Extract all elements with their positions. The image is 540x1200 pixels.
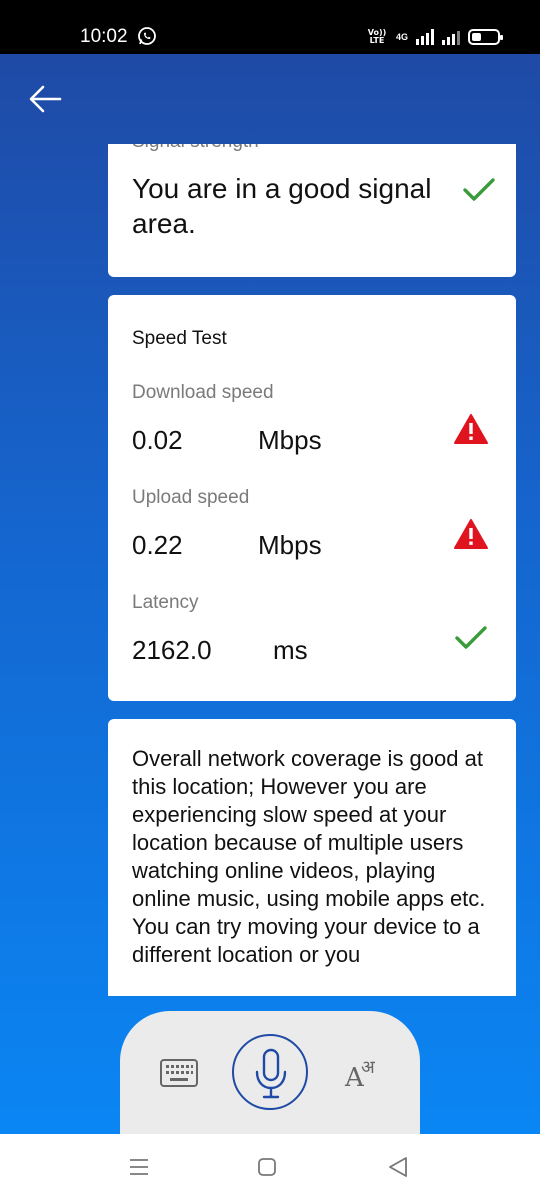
language-icon[interactable]: A अ (345, 1057, 385, 1093)
keyboard-icon[interactable] (160, 1059, 198, 1087)
signal-icon-sim2 (442, 29, 460, 45)
back-icon[interactable] (388, 1156, 408, 1178)
network-type-label: 4G (395, 32, 408, 42)
status-icons: Vo)) LTE 4G (366, 24, 503, 50)
app-screen: Signal strength You are in a good signal… (0, 54, 540, 1134)
speed-test-card: Speed Test Download speed 0.02 Mbps Uplo… (108, 295, 516, 701)
advice-card: Overall network coverage is good at this… (108, 719, 516, 996)
microphone-button[interactable] (232, 1034, 308, 1110)
warning-icon (454, 414, 488, 444)
latency-label: Latency (132, 592, 199, 613)
scroll-content[interactable]: Signal strength You are in a good signal… (108, 144, 516, 996)
download-speed-value: 0.02 (132, 425, 183, 455)
signal-strength-card: Signal strength You are in a good signal… (108, 144, 516, 277)
speed-test-title: Speed Test (132, 328, 227, 349)
check-icon (463, 178, 495, 201)
status-bar: 10:02 Vo)) LTE 4G (0, 0, 540, 54)
advice-text: Overall network coverage is good at this… (132, 746, 486, 967)
upload-speed-unit: Mbps (258, 530, 322, 560)
home-icon[interactable] (258, 1158, 276, 1176)
volte-icon: Vo)) LTE (367, 28, 387, 45)
status-time: 10:02 (80, 26, 128, 47)
check-icon (455, 626, 487, 649)
latency-unit: ms (273, 635, 308, 665)
latency-value: 2162.0 (132, 635, 212, 665)
back-arrow-icon[interactable] (28, 84, 62, 114)
microphone-icon (255, 1048, 287, 1099)
language-devanagari-glyph: अ (361, 1057, 375, 1078)
whatsapp-icon (138, 27, 156, 45)
signal-message: You are in a good signal area. (132, 173, 432, 239)
signal-strength-label: Signal strength (132, 144, 259, 154)
system-nav-bar (0, 1134, 540, 1200)
upload-speed-value: 0.22 (132, 530, 183, 560)
menu-icon[interactable] (128, 1156, 150, 1178)
download-speed-unit: Mbps (258, 425, 322, 455)
signal-icon (416, 29, 434, 45)
upload-speed-label: Upload speed (132, 487, 250, 508)
download-speed-label: Download speed (132, 382, 274, 403)
voice-input-panel: A अ (120, 1011, 420, 1134)
warning-icon (454, 519, 488, 549)
battery-icon (468, 29, 503, 45)
